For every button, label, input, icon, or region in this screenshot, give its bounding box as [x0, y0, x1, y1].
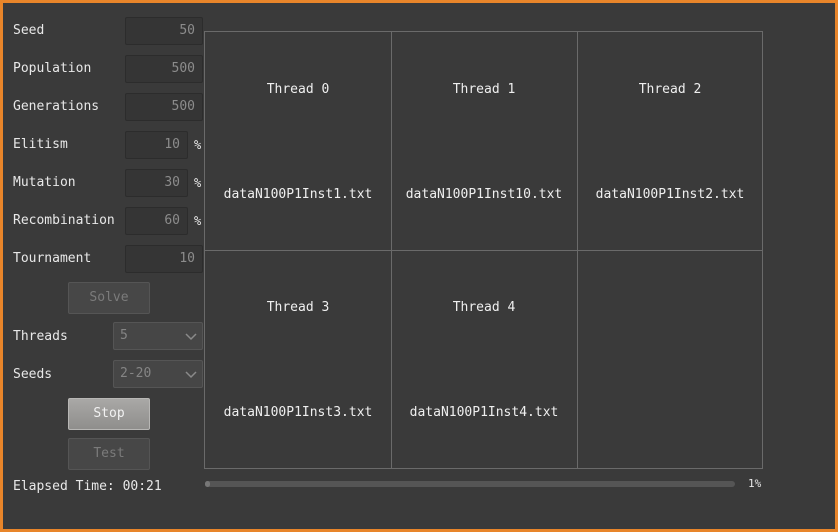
seeds-select-value: 2-20 [120, 366, 152, 381]
thread-file: dataN100P1Inst2.txt [595, 187, 745, 202]
threads-select-value: 5 [120, 328, 128, 343]
threads-select[interactable]: 5 [113, 322, 203, 350]
recombination-field[interactable]: 60 [125, 207, 188, 235]
app-window: Seed 50 Population 500 Generations 500 E… [3, 3, 835, 529]
thread-file: dataN100P1Inst4.txt [409, 405, 559, 420]
chevron-down-icon [185, 371, 197, 379]
progress-fill [205, 481, 211, 487]
progress-label: 1% [748, 477, 762, 490]
mutation-label: Mutation [13, 175, 76, 190]
generations-label: Generations [13, 99, 100, 114]
thread-file: dataN100P1Inst10.txt [405, 187, 563, 202]
elapsed-time-label: Elapsed Time: 00:21 [13, 479, 162, 494]
thread-cell: Thread 4 dataN100P1Inst4.txt [391, 250, 577, 468]
thread-cell: Thread 2 dataN100P1Inst2.txt [577, 32, 763, 250]
elitism-label: Elitism [13, 137, 68, 152]
tournament-field[interactable]: 10 [125, 245, 203, 273]
thread-file: dataN100P1Inst1.txt [223, 187, 373, 202]
thread-title: Thread 4 [452, 300, 516, 315]
thread-title: Thread 0 [266, 82, 330, 97]
solve-button[interactable]: Solve [68, 282, 150, 314]
population-label: Population [13, 61, 92, 76]
thread-grid: Thread 0 dataN100P1Inst1.txt Thread 1 da… [204, 31, 763, 469]
mutation-percent-sign: % [194, 176, 202, 190]
elitism-percent-sign: % [194, 138, 202, 152]
recombination-percent-sign: % [194, 214, 202, 228]
thread-cell: Thread 1 dataN100P1Inst10.txt [391, 32, 577, 250]
thread-file: dataN100P1Inst3.txt [223, 405, 373, 420]
recombination-label: Recombination [13, 213, 115, 228]
seeds-label: Seeds [13, 367, 53, 382]
seed-label: Seed [13, 23, 45, 38]
seeds-select[interactable]: 2-20 [113, 360, 203, 388]
threads-label: Threads [13, 329, 68, 344]
thread-cell: Thread 0 dataN100P1Inst1.txt [205, 32, 391, 250]
thread-title: Thread 1 [452, 82, 516, 97]
test-button[interactable]: Test [68, 438, 150, 470]
mutation-field[interactable]: 30 [125, 169, 188, 197]
elitism-field[interactable]: 10 [125, 131, 188, 159]
thread-cell: Thread 3 dataN100P1Inst3.txt [205, 250, 391, 468]
chevron-down-icon [185, 333, 197, 341]
thread-title: Thread 2 [638, 82, 702, 97]
tournament-label: Tournament [13, 251, 92, 266]
thread-title: Thread 3 [266, 300, 330, 315]
generations-field[interactable]: 500 [125, 93, 203, 121]
population-field[interactable]: 500 [125, 55, 203, 83]
seed-field[interactable]: 50 [125, 17, 203, 45]
stop-button[interactable]: Stop [68, 398, 150, 430]
progress-bar [205, 481, 735, 487]
